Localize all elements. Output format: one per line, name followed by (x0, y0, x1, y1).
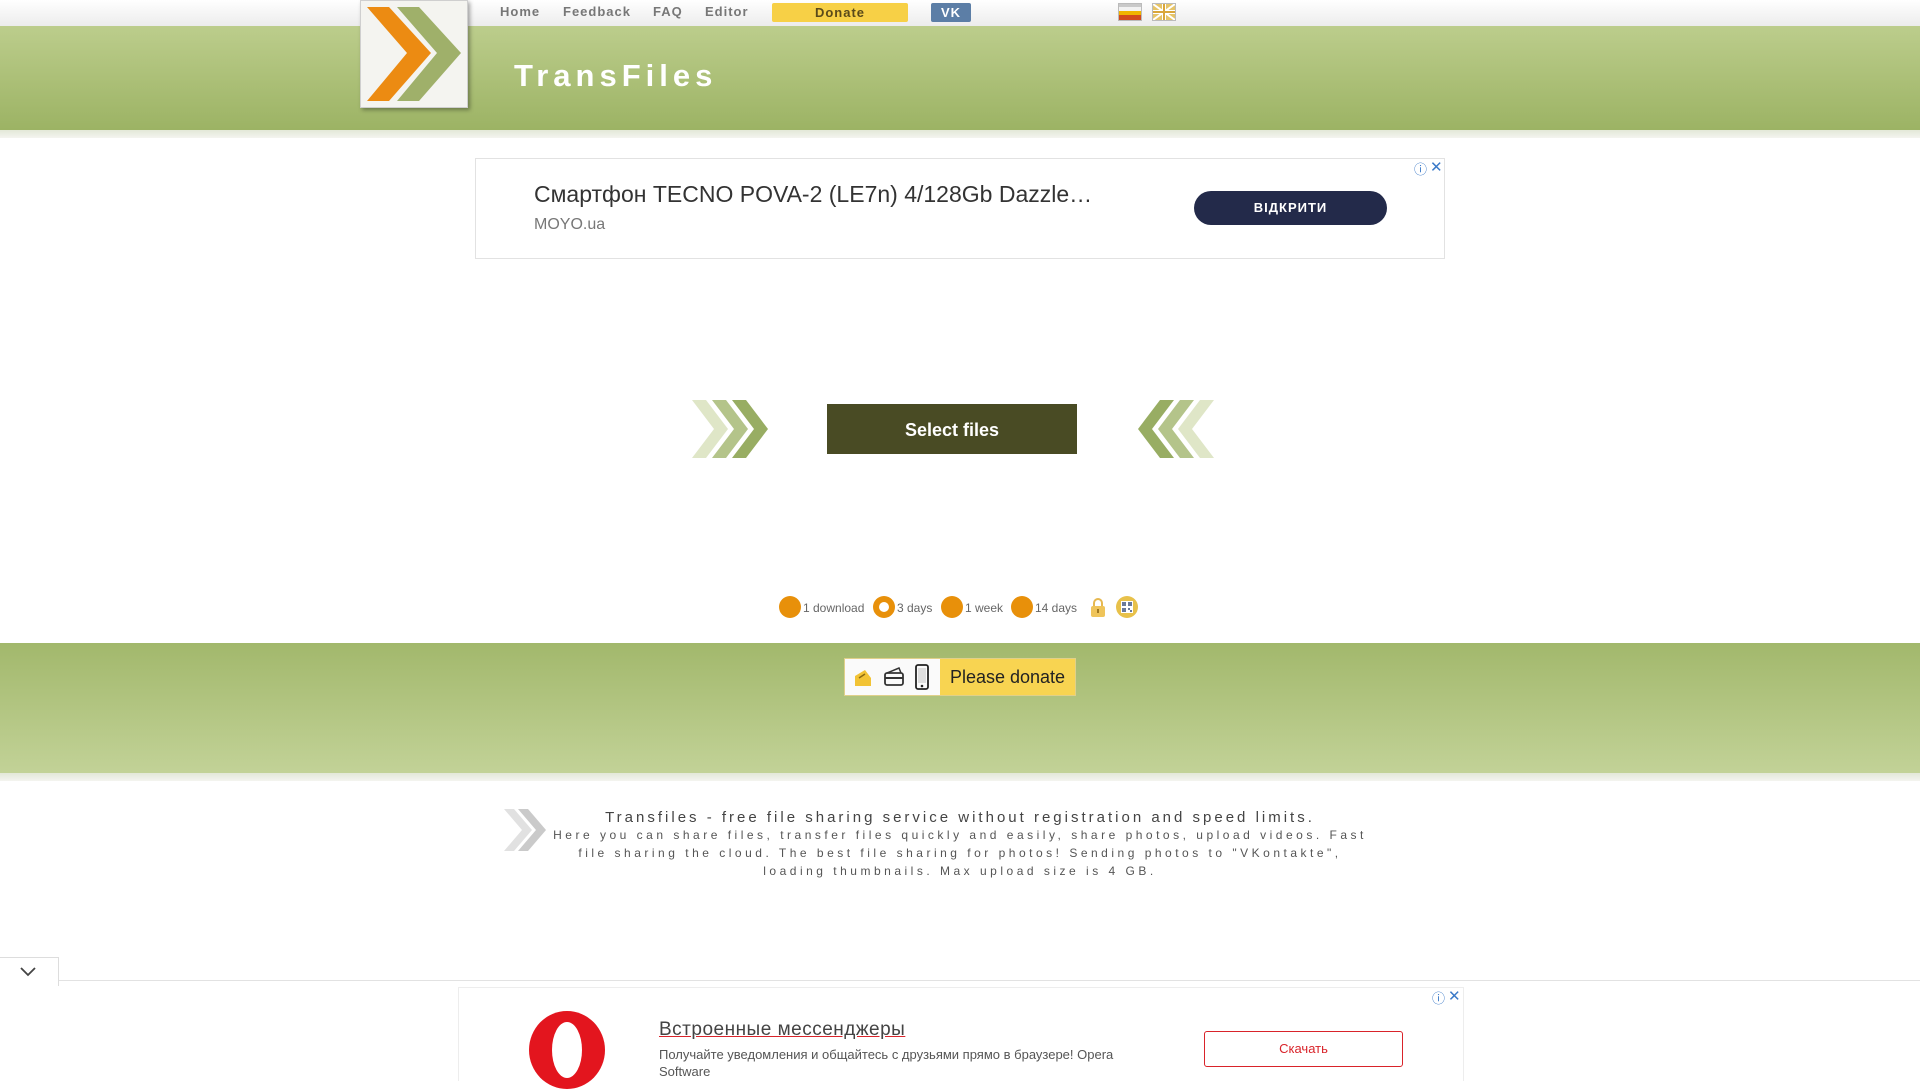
ad-title[interactable]: Встроенные мессенджеры (659, 1019, 905, 1041)
donate-button[interactable]: Donate (772, 3, 908, 22)
header-divider (0, 130, 1920, 138)
ad-download-button[interactable]: Скачать (1204, 1031, 1403, 1067)
ad-info-icon[interactable]: ⓘ (1414, 159, 1427, 178)
description-title: Transfiles - free file sharing service w… (605, 809, 1315, 826)
donate-band-divider (0, 773, 1920, 781)
ad-text: Получайте уведомления и общайтесь с друз… (659, 1047, 1114, 1079)
donate-payment-icons (845, 659, 940, 695)
top-nav: Home Feedback FAQ Editor Donate VK (0, 0, 1920, 27)
option-radio-1-download[interactable] (779, 596, 801, 618)
collapse-chevron-icon (20, 967, 36, 977)
description-body: Here you can share files, transfer files… (553, 828, 1367, 878)
ua-flag-icon[interactable] (1118, 3, 1142, 21)
please-donate-label[interactable]: Please donate (940, 659, 1075, 695)
option-radio-14-days[interactable] (1011, 596, 1033, 618)
phone-icon[interactable] (915, 664, 929, 690)
ad-banner-bottom[interactable]: Встроенные мессенджеры Получайте уведомл… (458, 987, 1464, 1089)
ad-info-icon[interactable]: ⓘ (1432, 988, 1445, 1007)
qr-code-icon[interactable] (1116, 596, 1138, 618)
option-radio-3-days[interactable] (873, 596, 895, 618)
nav-home[interactable]: Home (500, 4, 540, 19)
ad-title[interactable]: Смартфон TECNO POVA-2 (LE7n) 4/128Gb Daz… (534, 181, 1092, 208)
expiry-options: 1 download 3 days 1 week 14 days (779, 596, 1139, 620)
lock-icon[interactable] (1090, 597, 1106, 617)
chevrons-left-icon (1138, 400, 1214, 458)
logo[interactable] (360, 0, 468, 108)
ad-close-icon[interactable]: ✕ (1448, 987, 1461, 1005)
brand-title: TransFiles (514, 58, 718, 93)
nav-feedback[interactable]: Feedback (563, 4, 631, 19)
chevrons-grey-icon (504, 809, 546, 851)
option-label[interactable]: 1 download (803, 601, 864, 615)
ad-open-button[interactable]: ВІДКРИТИ (1194, 191, 1387, 225)
option-label[interactable]: 14 days (1035, 601, 1077, 615)
nav-editor[interactable]: Editor (705, 4, 749, 19)
ad-banner-top[interactable]: Смартфон TECNO POVA-2 (LE7n) 4/128Gb Daz… (475, 158, 1445, 259)
ad-source: MOYO.ua (534, 216, 606, 233)
collapse-ad-toggle[interactable] (0, 957, 59, 986)
option-label[interactable]: 1 week (965, 601, 1003, 615)
please-donate-widget[interactable]: Please donate (844, 658, 1076, 696)
bottom-divider (0, 980, 1920, 981)
logo-chevron-icon (367, 7, 461, 101)
ad-close-icon[interactable]: ✕ (1430, 158, 1443, 176)
nav-faq[interactable]: FAQ (653, 4, 683, 19)
option-label[interactable]: 3 days (897, 601, 932, 615)
wallet-icon[interactable] (883, 667, 905, 687)
vk-button[interactable]: VK (931, 3, 971, 22)
chevrons-right-icon (692, 400, 768, 458)
select-files-button[interactable]: Select files (827, 404, 1077, 454)
card-icon[interactable] (853, 666, 873, 688)
header-band (0, 26, 1920, 130)
option-radio-1-week[interactable] (941, 596, 963, 618)
opera-logo-icon (529, 1011, 605, 1089)
en-flag-icon[interactable] (1152, 3, 1176, 21)
